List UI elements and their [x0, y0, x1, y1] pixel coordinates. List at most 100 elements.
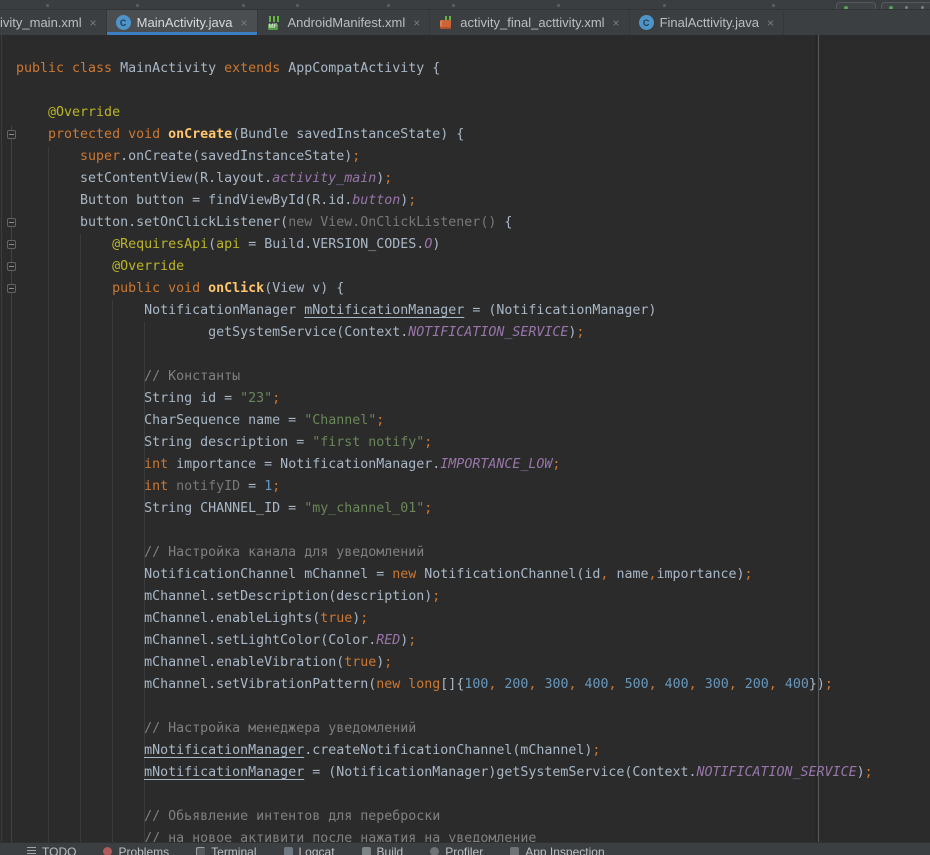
- code-token: [577, 677, 585, 692]
- code-token: ;: [552, 457, 560, 472]
- fold-marker-icon[interactable]: [7, 284, 16, 293]
- code-line[interactable]: protected void onCreate(Bundle savedInst…: [16, 124, 873, 146]
- code-token: ,: [568, 677, 576, 692]
- code-token: mChannel.enableVibration(: [16, 655, 344, 670]
- code-line[interactable]: String CHANNEL_ID = "my_channel_01";: [16, 498, 873, 520]
- code-line[interactable]: String id = "23";: [16, 388, 873, 410]
- close-icon[interactable]: ×: [613, 16, 620, 30]
- code-line[interactable]: String description = "first notify";: [16, 432, 873, 454]
- tab-ivity_main.xml[interactable]: ivity_main.xml ×: [0, 10, 107, 35]
- code-token: ): [857, 765, 865, 780]
- java-class-icon: [116, 15, 131, 30]
- code-line[interactable]: int notifyID = 1;: [16, 476, 873, 498]
- code-line[interactable]: mChannel.setLightColor(Color.RED);: [16, 630, 873, 652]
- code-token: (: [208, 237, 216, 252]
- code-token: =: [240, 479, 264, 494]
- code-line[interactable]: mChannel.enableLights(true);: [16, 608, 873, 630]
- code-token: "Channel": [304, 413, 376, 428]
- close-icon[interactable]: ×: [413, 16, 420, 30]
- run-icon[interactable]: [844, 6, 848, 10]
- code-token: ;: [408, 633, 416, 648]
- fold-marker-icon[interactable]: [7, 240, 16, 249]
- code-line[interactable]: // Настройка менеджера уведомлений: [16, 718, 873, 740]
- code-token: // Константы: [16, 369, 240, 384]
- code-token: 200: [504, 677, 528, 692]
- code-token: .onCreate(savedInstanceState): [120, 149, 352, 164]
- tab-label: ivity_main.xml: [0, 15, 82, 30]
- code-line[interactable]: super.onCreate(savedInstanceState);: [16, 146, 873, 168]
- toolwindow-button-profiler[interactable]: Profiler: [430, 845, 483, 855]
- code-line[interactable]: @Override: [16, 256, 873, 278]
- code-token: ;: [384, 655, 392, 670]
- code-line[interactable]: // Константы: [16, 366, 873, 388]
- code-line[interactable]: @RequiresApi(api = Build.VERSION_CODES.O…: [16, 234, 873, 256]
- toolwindow-button-terminal[interactable]: Terminal: [196, 845, 256, 855]
- code-token: @RequiresApi: [16, 237, 208, 252]
- close-icon[interactable]: ×: [767, 16, 774, 30]
- code-line[interactable]: button.setOnClickListener(new View.OnCli…: [16, 212, 873, 234]
- code-line[interactable]: NotificationChannel mChannel = new Notif…: [16, 564, 873, 586]
- code-line[interactable]: [16, 80, 873, 102]
- code-line[interactable]: public class MainActivity extends AppCom…: [16, 58, 873, 80]
- code-token: }): [809, 677, 825, 692]
- code-line[interactable]: [16, 344, 873, 366]
- code-token: ;: [376, 413, 384, 428]
- code-token: NOTIFICATION_SERVICE: [696, 765, 856, 780]
- tab-FinalActtivity.java[interactable]: FinalActtivity.java×: [630, 10, 784, 35]
- code-line[interactable]: [16, 784, 873, 806]
- tab-AndroidManifest.xml[interactable]: AndroidManifest.xml×: [258, 10, 431, 35]
- code-line[interactable]: mChannel.enableVibration(true);: [16, 652, 873, 674]
- tab-activity_final_acttivity.xml[interactable]: activity_final_acttivity.xml ×: [430, 10, 629, 35]
- code-token: Button button = findViewById(R.id.: [16, 193, 352, 208]
- code-token: 400: [665, 677, 689, 692]
- code-line[interactable]: mChannel.setVibrationPattern(new long[]{…: [16, 674, 873, 696]
- toolwindow-button-build[interactable]: Build: [362, 845, 404, 855]
- code-line[interactable]: mNotificationManager.createNotificationC…: [16, 740, 873, 762]
- code-editor[interactable]: public class MainActivity extends AppCom…: [0, 35, 930, 843]
- code-line[interactable]: NotificationManager mNotificationManager…: [16, 300, 873, 322]
- code-line[interactable]: CharSequence name = "Channel";: [16, 410, 873, 432]
- code-token: setContentView(R.layout.: [16, 171, 272, 186]
- toolwindow-button-app-inspection[interactable]: App Inspection: [510, 845, 604, 855]
- toolwindow-button-logcat[interactable]: Logcat: [284, 845, 335, 855]
- problems-icon: [103, 847, 112, 855]
- toolwindow-button-problems[interactable]: Problems: [103, 845, 169, 855]
- debug-icon[interactable]: [889, 6, 893, 10]
- toolwindow-button-todo[interactable]: TODO: [27, 845, 76, 855]
- code-line[interactable]: int importance = NotificationManager.IMP…: [16, 454, 873, 476]
- toolbar-tick: [296, 4, 299, 7]
- tab-label: activity_final_acttivity.xml: [460, 15, 604, 30]
- run-widget[interactable]: [836, 2, 876, 10]
- code-line[interactable]: getSystemService(Context.NOTIFICATION_SE…: [16, 322, 873, 344]
- code-line[interactable]: Button button = findViewById(R.id.button…: [16, 190, 873, 212]
- close-icon[interactable]: ×: [90, 16, 97, 30]
- code-line[interactable]: [16, 520, 873, 542]
- code-token: ,: [769, 677, 777, 692]
- code-token: getSystemService(Context.: [16, 325, 408, 340]
- close-icon[interactable]: ×: [240, 16, 247, 30]
- code-token: ;: [825, 677, 833, 692]
- fold-marker-icon[interactable]: [7, 262, 16, 271]
- toolbar-tick: [136, 4, 139, 7]
- code-token: 400: [785, 677, 809, 692]
- fold-marker-icon[interactable]: [7, 218, 16, 227]
- code-line[interactable]: @Override: [16, 102, 873, 124]
- code-token: ;: [592, 743, 600, 758]
- fold-marker-icon[interactable]: [7, 130, 16, 139]
- code-line[interactable]: // на новое активити после нажатия на ув…: [16, 828, 873, 843]
- code-line[interactable]: // Обьявление интентов для переброски: [16, 806, 873, 828]
- code-line[interactable]: // Настройка канала для уведомлений: [16, 542, 873, 564]
- code-token: = (NotificationManager): [464, 303, 656, 318]
- tab-MainActivity.java[interactable]: MainActivity.java×: [107, 10, 258, 35]
- code-line[interactable]: mNotificationManager = (NotificationMana…: [16, 762, 873, 784]
- code-token: AppCompatActivity {: [288, 61, 440, 76]
- code-line[interactable]: [16, 696, 873, 718]
- code-token: ;: [432, 589, 440, 604]
- code-token: mChannel.setLightColor(Color.: [16, 633, 376, 648]
- code-line[interactable]: mChannel.setDescription(description);: [16, 586, 873, 608]
- code-line[interactable]: setContentView(R.layout.activity_main);: [16, 168, 873, 190]
- tool-window-bar: TODO Problems Terminal Logcat Build Profiler A…: [0, 842, 930, 855]
- code-line[interactable]: public void onClick(View v) {: [16, 278, 873, 300]
- code-token: "my_channel_01": [304, 501, 424, 516]
- toolwindow-label: Terminal: [211, 845, 256, 855]
